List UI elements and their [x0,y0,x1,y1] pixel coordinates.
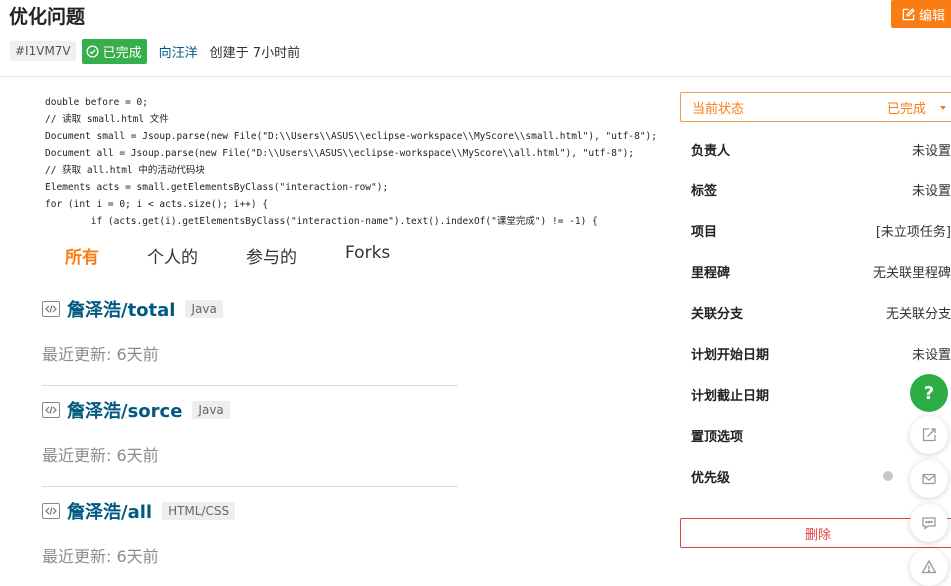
field-value: 无关联里程碑 [872,265,951,281]
repo-name-link[interactable]: 詹泽浩/sorce [67,397,182,423]
check-circle-icon [86,44,99,58]
repo-updated-time: 最近更新: 6天前 [42,446,159,465]
field-label: 项目 [691,224,718,240]
repo-updated-time: 最近更新: 6天前 [42,345,159,364]
edit-icon [902,7,915,20]
header-divider [0,76,951,77]
list-item: 詹泽浩/sorce Java 最近更新: 6天前 [42,397,458,487]
status-dropdown-value: 已完成 [886,101,926,117]
tab-all[interactable]: 所有 [65,243,99,268]
field-project[interactable]: 项目 [未立项任务] [691,220,951,240]
edit-label: 编辑 [919,8,946,24]
chat-icon [922,517,936,530]
repo-language-badge: Java [185,300,223,318]
code-repo-icon [42,503,60,519]
repo-language-badge: Java [192,401,230,419]
caret-down-icon [940,106,946,110]
help-icon: ? [923,382,935,404]
field-label: 负责人 [691,143,731,159]
field-assignee[interactable]: 负责人 未设置 [691,139,951,159]
field-value: 未设置 [911,347,951,363]
field-label: 置顶选项 [691,429,744,445]
field-label: 计划开始日期 [691,347,770,363]
code-repo-icon [42,301,60,317]
mail-button[interactable] [910,460,948,498]
repo-updated-time: 最近更新: 6天前 [42,547,159,566]
list-item: 詹泽浩/all HTML/CSS 最近更新: 6天前 [42,498,458,586]
issue-description-code: double before = 0; // 读取 small.html 文件 Doc… [45,94,657,230]
code-line: // 读取 small.html 文件 [45,114,169,125]
help-button[interactable]: ? [910,374,948,412]
tab-participated[interactable]: 参与的 [246,243,297,268]
status-badge: 已完成 [81,38,147,64]
field-label: 关联分支 [691,306,744,322]
report-button[interactable] [910,548,948,586]
code-line: // 获取 all.html 中的活动代码块 [45,165,205,176]
issue-meta: #I1VM7V 已完成 向汪洋 创建于 7小时前 [10,38,301,64]
warning-icon [921,559,937,574]
author-link[interactable]: 向汪洋 [159,42,198,61]
code-line: Elements acts = small.getElementsByClass… [45,182,389,193]
repo-language-badge: HTML/CSS [162,502,236,520]
repo-name-link[interactable]: 詹泽浩/all [67,498,152,524]
field-milestone[interactable]: 里程碑 无关联里程碑 [691,261,951,281]
field-value: 无关联分支 [885,306,951,322]
priority-dot-icon [883,471,893,481]
field-start-date[interactable]: 计划开始日期 未设置 [691,343,951,363]
mail-icon [922,473,936,485]
code-line: Document all = Jsoup.parse(new File("D:\… [45,148,635,159]
edit-button[interactable]: 编辑 [891,0,951,28]
status-badge-label: 已完成 [102,45,142,61]
status-dropdown[interactable]: 当前状态 已完成 [680,92,951,122]
field-label: 优先级 [691,470,731,486]
code-line: for (int i = 0; i < acts.size(); i++) { [45,199,269,210]
comment-button[interactable] [910,504,948,542]
created-time: 创建于 7小时前 [209,45,301,61]
tab-forks[interactable]: Forks [345,243,390,268]
issue-title: 优化问题 [9,6,86,28]
share-button[interactable] [910,416,948,454]
code-line: Document small = Jsoup.parse(new File("D… [45,131,657,142]
field-label: 里程碑 [691,265,731,281]
code-repo-icon [42,402,60,418]
code-line: double before = 0; [45,97,148,108]
share-icon [922,428,936,442]
field-value: 未设置 [911,143,951,159]
repo-filter-tabs: 所有 个人的 参与的 Forks [65,243,438,268]
field-label: 标签 [691,183,718,199]
field-branch[interactable]: 关联分支 无关联分支 [691,302,951,322]
list-item: 詹泽浩/total Java 最近更新: 6天前 [42,296,458,386]
field-value: [未立项任务] [875,224,951,240]
field-labels[interactable]: 标签 未设置 [691,179,951,199]
repo-name-link[interactable]: 詹泽浩/total [67,296,175,322]
code-line: if (acts.get(i).getElementsByClass("inte… [45,216,598,227]
issue-id-badge[interactable]: #I1VM7V [10,41,76,61]
status-dropdown-label: 当前状态 [692,101,745,117]
field-value: 未设置 [911,183,951,199]
tab-personal[interactable]: 个人的 [147,243,198,268]
field-label: 计划截止日期 [691,388,770,404]
